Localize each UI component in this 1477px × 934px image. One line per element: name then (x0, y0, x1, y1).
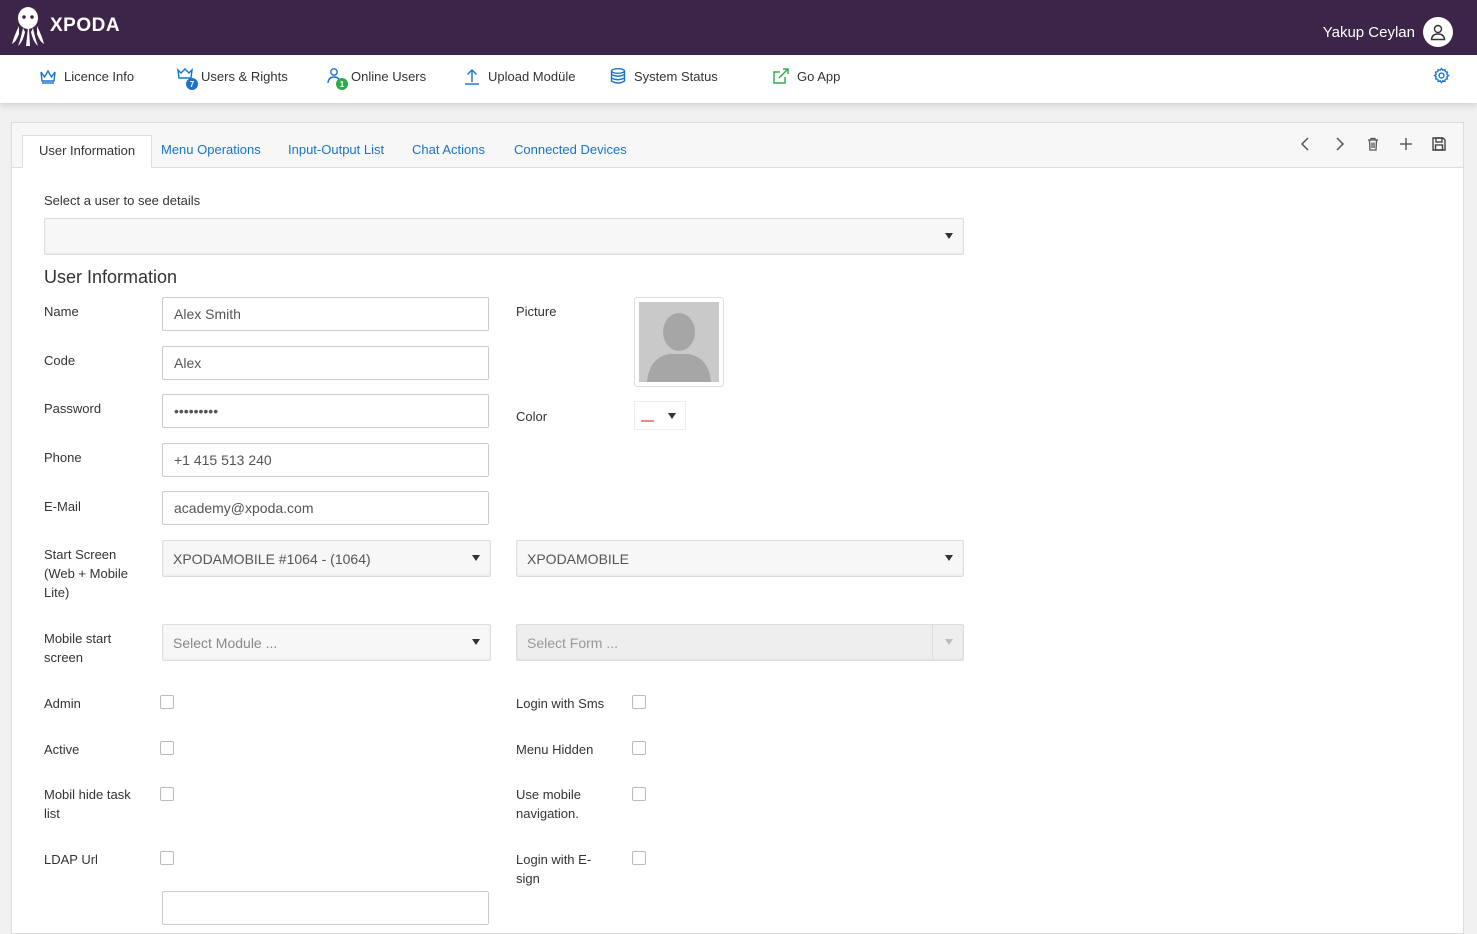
mobil-hide-task-label: Mobil hide task list (44, 787, 131, 821)
login-sms-label: Login with Sms (516, 696, 605, 711)
tab-connected-devices[interactable]: Connected Devices (498, 135, 643, 168)
online-users-icon: 1 (324, 65, 348, 90)
caret-down-icon (472, 555, 480, 561)
chevron-left-icon[interactable] (1295, 133, 1317, 155)
avatar-placeholder-icon (639, 302, 719, 382)
caret-down-icon (668, 413, 676, 419)
ldap-url-input[interactable] (162, 891, 489, 925)
nav-users-rights[interactable]: 7 Users & Rights (174, 65, 288, 90)
name-label: Name (44, 304, 79, 319)
tab-user-information[interactable]: User Information (22, 135, 153, 168)
active-label: Active (44, 742, 80, 757)
phone-input[interactable] (162, 443, 489, 477)
mobil-hide-task-checkbox[interactable] (160, 787, 174, 801)
picture-upload[interactable] (634, 297, 724, 387)
main-panel: User Information Menu Operations Input-O… (11, 122, 1464, 934)
caret-down-icon (945, 555, 953, 561)
octopus-logo-icon (12, 7, 44, 46)
start-screen-label: Start Screen (Web + Mobile Lite) (44, 547, 128, 600)
badge-count: 1 (336, 78, 348, 90)
mobile-form-select[interactable]: Select Form ... (516, 624, 964, 661)
logo[interactable]: XPODA (10, 6, 120, 46)
nav-label: Online Users (351, 68, 427, 84)
section-title: User Information (44, 267, 178, 287)
tab-bar: User Information Menu Operations Input-O… (12, 123, 1463, 168)
phone-label: Phone (44, 450, 82, 465)
email-label: E-Mail (44, 499, 81, 514)
users-rights-icon: 7 (174, 65, 198, 90)
start-screen-select[interactable]: XPODAMOBILE #1064 - (1064) (162, 540, 491, 577)
mobile-form-placeholder: Select Form ... (527, 635, 619, 651)
nav-upload-module[interactable]: Upload Modüle (461, 65, 575, 87)
nav-label: Upload Modüle (488, 68, 576, 84)
plus-icon[interactable] (1395, 133, 1417, 155)
use-mobile-nav-label: Use mobile navigation. (516, 787, 582, 821)
ldap-checkbox[interactable] (160, 851, 174, 865)
login-esign-checkbox[interactable] (632, 851, 646, 865)
caret-down-icon (472, 639, 480, 645)
upload-icon (461, 65, 483, 87)
badge-count: 7 (186, 78, 198, 90)
nav-label: Licence Info (64, 68, 135, 84)
avatar[interactable] (1423, 17, 1453, 47)
code-input[interactable] (162, 346, 489, 380)
trash-icon[interactable] (1362, 133, 1384, 155)
user-select[interactable] (44, 218, 964, 255)
password-label: Password (44, 401, 102, 416)
caret-down-icon (945, 233, 953, 239)
admin-label: Admin (44, 696, 81, 711)
start-screen-value: XPODAMOBILE #1064 - (1064) (173, 551, 371, 567)
select-user-label: Select a user to see details (44, 193, 201, 208)
nav-online-users[interactable]: 1 Online Users (324, 65, 427, 90)
login-esign-label: Login with E- sign (516, 852, 592, 886)
mobile-module-select[interactable]: Select Module ... (162, 624, 491, 661)
use-mobile-nav-checkbox[interactable] (632, 787, 646, 801)
admin-checkbox[interactable] (160, 695, 174, 709)
crown-icon (37, 65, 59, 87)
mobile-start-label: Mobile start screen (44, 631, 112, 665)
external-link-icon (770, 65, 792, 87)
tab-input-output-list[interactable]: Input-Output List (272, 135, 400, 168)
password-input[interactable] (162, 394, 489, 428)
chevron-right-icon[interactable] (1328, 133, 1350, 155)
name-input[interactable] (162, 297, 489, 331)
email-input[interactable] (162, 491, 489, 525)
menu-hidden-checkbox[interactable] (632, 741, 646, 755)
color-label: Color (516, 409, 548, 424)
nav-system-status[interactable]: System Status (607, 65, 718, 87)
menu-hidden-label: Menu Hidden (516, 742, 594, 757)
nav-label: Go App (797, 68, 841, 84)
mobile-module-placeholder: Select Module ... (173, 635, 278, 651)
user-menu[interactable]: Yakup Ceylan (1323, 17, 1453, 47)
ldap-label: LDAP Url (44, 852, 98, 867)
brand-name: XPODA (50, 15, 121, 36)
color-swatch (641, 420, 654, 422)
tab-menu-operations[interactable]: Menu Operations (145, 135, 277, 168)
user-name: Yakup Ceylan (1322, 23, 1415, 41)
code-label: Code (44, 353, 76, 368)
save-icon[interactable] (1428, 133, 1450, 155)
tab-chat-actions[interactable]: Chat Actions (396, 135, 501, 168)
login-sms-checkbox[interactable] (632, 695, 646, 709)
gear-icon[interactable] (1433, 67, 1450, 87)
caret-down-icon (945, 639, 953, 645)
picture-label: Picture (516, 304, 557, 319)
nav-label: System Status (634, 68, 718, 84)
nav-label: Users & Rights (201, 68, 288, 84)
nav-licence-info[interactable]: Licence Info (37, 65, 134, 87)
user-icon (1430, 24, 1446, 41)
start-screen-app-select[interactable]: XPODAMOBILE (516, 540, 964, 577)
active-checkbox[interactable] (160, 741, 174, 755)
nav-bar: Licence Info 7 Users & Rights 1 Online U… (0, 55, 1477, 103)
database-icon (607, 65, 629, 87)
start-screen-app-value: XPODAMOBILE (527, 551, 629, 567)
color-picker[interactable] (634, 401, 686, 430)
nav-go-app[interactable]: Go App (770, 65, 840, 87)
top-bar: XPODA Yakup Ceylan (0, 0, 1477, 55)
